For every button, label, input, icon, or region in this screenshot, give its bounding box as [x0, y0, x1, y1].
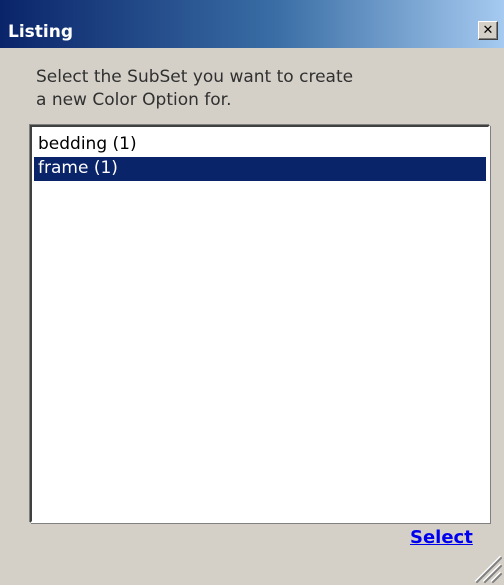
subset-listbox[interactable]: bedding (1) frame (1) — [30, 125, 490, 523]
close-button[interactable]: ✕ — [478, 21, 498, 40]
close-icon: ✕ — [482, 23, 494, 38]
instruction-line-1: Select the SubSet you want to create — [36, 67, 354, 87]
select-link[interactable]: Select — [410, 526, 473, 550]
list-item-bedding[interactable]: bedding (1) — [34, 133, 486, 157]
instruction-text: Select the SubSet you want to create a n… — [36, 66, 496, 112]
list-item-frame[interactable]: frame (1) — [34, 157, 486, 181]
title-bar[interactable]: Listing ✕ — [0, 0, 504, 48]
listing-window: Listing ✕ Select the SubSet you want to … — [0, 0, 504, 585]
instruction-line-2: a new Color Option for. — [36, 90, 232, 110]
window-title: Listing — [8, 22, 74, 42]
resize-grip-icon[interactable] — [470, 551, 502, 583]
